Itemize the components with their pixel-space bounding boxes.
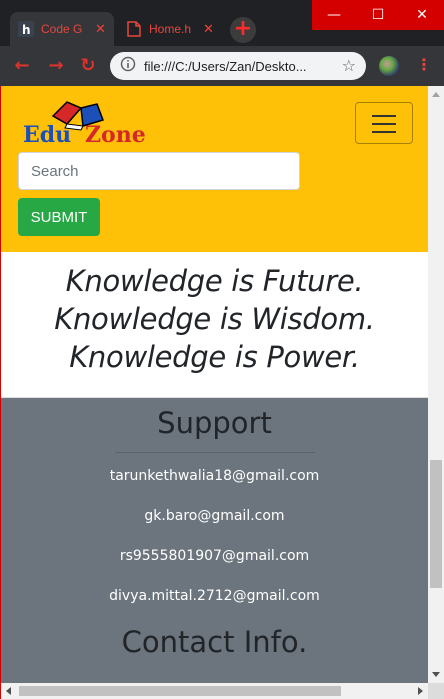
hamburger-line (372, 131, 396, 133)
bookmark-star-icon[interactable]: ☆ (342, 56, 356, 75)
minimize-icon[interactable]: — (312, 0, 356, 30)
browser-titlebar: h Code G ✕ Home.h ✕ + — ☐ ✕ (0, 0, 444, 46)
vertical-scroll-thumb[interactable] (430, 460, 442, 588)
svg-text:Zone: Zone (85, 122, 146, 146)
hackerrank-favicon-icon: h (18, 21, 34, 37)
tab-title: Code G (41, 22, 83, 36)
svg-text:h: h (22, 23, 31, 37)
url-text: file:///C:/Users/Zan/Deskto... (144, 58, 307, 74)
reload-icon[interactable]: ↻ (76, 54, 100, 78)
new-tab-icon[interactable]: + (230, 17, 256, 43)
divider (114, 452, 315, 453)
support-email: divya.mittal.2712@gmail.com (109, 588, 320, 604)
scrollbar-corner (428, 683, 444, 699)
page-viewport: Edu Zone SUBMIT Knowledge is Future. Kno… (0, 86, 428, 683)
hero-section: Knowledge is Future. Knowledge is Wisdom… (1, 252, 428, 398)
support-email: gk.baro@gmail.com (144, 508, 285, 524)
back-arrow-icon[interactable]: ← (10, 54, 34, 78)
hamburger-line (372, 123, 396, 125)
browser-toolbar: ← → ↻ file:///C:/Users/Zan/Deskto... ☆ ⋮ (0, 46, 444, 86)
hero-line: Knowledge is Future. (65, 264, 364, 298)
contact-info-title: Contact Info. (121, 625, 308, 659)
scroll-right-icon[interactable] (418, 687, 423, 695)
hero-line: Knowledge is Wisdom. (54, 302, 375, 336)
menu-toggle-button[interactable] (355, 102, 413, 144)
vertical-scrollbar[interactable] (428, 86, 444, 683)
edu-zone-logo[interactable]: Edu Zone (23, 98, 163, 148)
close-window-icon[interactable]: ✕ (400, 0, 444, 30)
tab-title: Home.h (149, 22, 192, 36)
document-icon (126, 21, 142, 37)
search-input[interactable] (18, 152, 300, 190)
tab-close-icon[interactable]: ✕ (95, 22, 106, 37)
support-title: Support (157, 406, 272, 440)
horizontal-scroll-thumb[interactable] (19, 686, 341, 696)
support-section: Support tarunkethwalia18@gmail.com gk.ba… (1, 398, 428, 683)
info-icon[interactable] (120, 56, 136, 76)
hamburger-icon (372, 115, 396, 117)
submit-button[interactable]: SUBMIT (18, 198, 100, 236)
navbar: Edu Zone SUBMIT (1, 86, 428, 252)
tab-code[interactable]: h Code G ✕ (10, 12, 114, 46)
forward-arrow-icon[interactable]: → (44, 54, 68, 78)
support-email: tarunkethwalia18@gmail.com (109, 468, 320, 484)
tab-home[interactable]: Home.h ✕ (118, 12, 226, 46)
kebab-menu-icon[interactable]: ⋮ (416, 56, 432, 76)
profile-avatar[interactable] (379, 56, 399, 76)
hero-line: Knowledge is Power. (69, 340, 360, 374)
address-bar[interactable]: file:///C:/Users/Zan/Deskto... ☆ (110, 52, 366, 80)
maximize-icon[interactable]: ☐ (356, 0, 400, 30)
svg-text:Edu: Edu (23, 122, 71, 146)
scroll-left-icon[interactable] (6, 687, 11, 695)
support-email: rs9555801907@gmail.com (119, 548, 310, 564)
scroll-up-icon[interactable] (432, 92, 440, 97)
horizontal-scrollbar[interactable] (0, 683, 428, 699)
tab-close-icon[interactable]: ✕ (203, 22, 214, 37)
scroll-down-icon[interactable] (432, 672, 440, 677)
